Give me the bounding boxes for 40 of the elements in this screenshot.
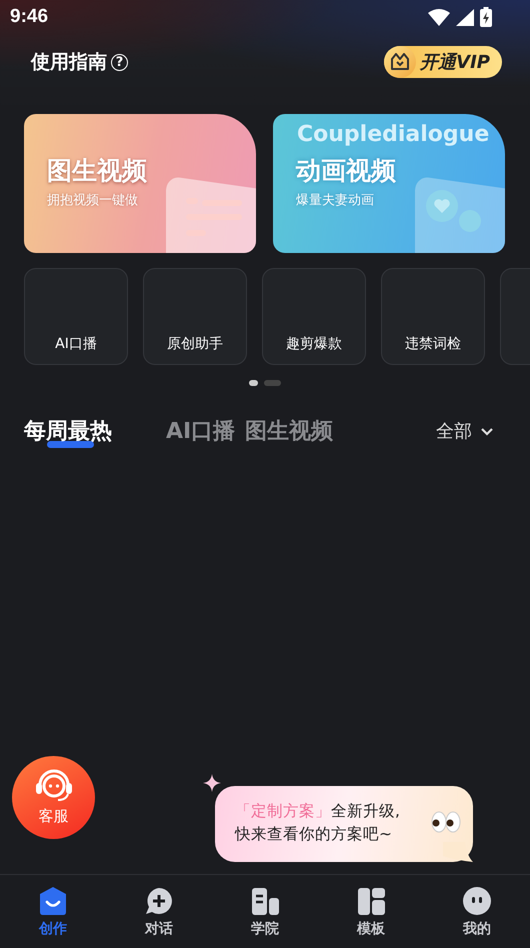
- bubble-tail: [443, 842, 473, 862]
- chat-plus-icon: [144, 886, 174, 916]
- nav-tab[interactable]: 我的: [424, 875, 530, 948]
- wifi-icon: [428, 8, 450, 26]
- basket-icon: [390, 53, 410, 71]
- chat-bubbles-icon: [415, 176, 505, 253]
- card-title: 动画视频: [296, 155, 396, 187]
- face-icon: [462, 886, 492, 916]
- card-subtitle: 拥抱视频一键做: [47, 192, 138, 209]
- card-title: 图生视频: [47, 155, 147, 187]
- signal-icon: [456, 8, 474, 26]
- sparkle-icon: [203, 774, 221, 792]
- status-time: 9:46: [10, 6, 48, 28]
- nav-tab[interactable]: 对话: [106, 875, 212, 948]
- promo-message: 「定制方案」全新升级, 快来查看你的方案吧~: [235, 802, 400, 843]
- category-tab[interactable]: AI口播: [166, 416, 236, 446]
- filter-dropdown[interactable]: 全部: [430, 418, 500, 444]
- vip-button[interactable]: 开通VIP: [384, 46, 502, 78]
- book-icon: [250, 886, 280, 916]
- page-title: 使用指南: [31, 50, 107, 75]
- battery-icon: [480, 7, 492, 27]
- eyes-icon: [431, 810, 461, 834]
- document-icon: [166, 176, 256, 253]
- nav-tab[interactable]: 学院: [212, 875, 318, 948]
- category-tab[interactable]: 每周最热: [24, 416, 112, 446]
- card-subtitle: 爆量夫妻动画: [296, 192, 374, 209]
- tool-tile[interactable]: 违禁词检: [381, 268, 485, 365]
- promo-bubble[interactable]: 「定制方案」全新升级, 快来查看你的方案吧~: [215, 786, 473, 862]
- chevron-down-icon: [480, 426, 494, 436]
- layout-icon: [356, 886, 386, 916]
- nav-tab[interactable]: 创作: [0, 875, 106, 948]
- customer-service-button[interactable]: 客服: [12, 756, 95, 839]
- help-button[interactable]: ?: [111, 54, 128, 70]
- background-text: Coupledialogue: [297, 122, 490, 147]
- tool-tile[interactable]: AI口播: [24, 268, 128, 365]
- home-icon: [38, 886, 68, 916]
- category-tab[interactable]: 图生视频: [245, 416, 334, 446]
- nav-tab[interactable]: 模板: [318, 875, 424, 948]
- tool-tile[interactable]: 原创助手: [143, 268, 247, 365]
- tool-tile[interactable]: 趣剪爆款: [262, 268, 366, 365]
